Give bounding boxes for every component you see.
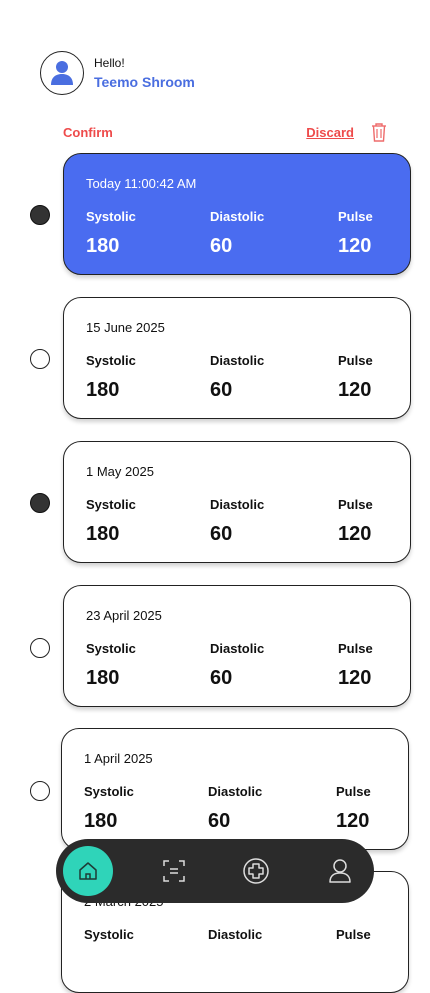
nav-profile-button[interactable] [315, 846, 365, 896]
reading-checkbox[interactable] [30, 493, 50, 513]
user-icon [51, 61, 73, 85]
diastolic-label: Diastolic [210, 353, 265, 368]
reading-date: 1 April 2025 [84, 751, 153, 766]
diastolic-label: Diastolic [208, 784, 263, 799]
home-icon [79, 862, 97, 880]
reading-checkbox[interactable] [30, 638, 50, 658]
pulse-value: 120 [338, 667, 372, 689]
diastolic-value: 60 [210, 667, 233, 689]
nav-add-button[interactable] [231, 846, 281, 896]
systolic-value: 180 [86, 523, 120, 545]
profile-icon [329, 859, 351, 883]
diastolic-value: 60 [210, 523, 233, 545]
trash-icon[interactable] [370, 122, 388, 147]
user-name: Teemo Shroom [94, 74, 195, 90]
discard-button[interactable]: Discard [306, 125, 354, 140]
diastolic-value: 60 [210, 379, 233, 401]
pulse-label: Pulse [338, 497, 373, 512]
selection-actions: Confirm Discard [63, 122, 388, 144]
reading-date: 1 May 2025 [86, 464, 154, 479]
reading-checkbox[interactable] [30, 205, 50, 225]
nav-home-button[interactable] [63, 846, 113, 896]
diastolic-value: 60 [208, 810, 231, 832]
avatar[interactable] [40, 51, 84, 95]
diastolic-label: Diastolic [210, 497, 265, 512]
pulse-value: 120 [338, 235, 372, 257]
diastolic-value: 60 [210, 235, 233, 257]
pulse-label: Pulse [336, 784, 371, 799]
reading-date: 23 April 2025 [86, 608, 162, 623]
systolic-label: Systolic [84, 927, 134, 942]
pulse-value: 120 [336, 810, 370, 832]
medical-plus-icon [243, 858, 269, 884]
reading-date: Today 11:00:42 AM [86, 176, 197, 191]
confirm-button[interactable]: Confirm [63, 125, 113, 140]
systolic-label: Systolic [86, 209, 136, 224]
pulse-value: 120 [338, 379, 372, 401]
nav-scan-button[interactable] [149, 846, 199, 896]
reading-card[interactable]: 1 May 2025 Systolic Diastolic Pulse 180 … [63, 441, 411, 563]
pulse-label: Pulse [336, 927, 371, 942]
systolic-label: Systolic [84, 784, 134, 799]
systolic-label: Systolic [86, 497, 136, 512]
diastolic-label: Diastolic [208, 927, 263, 942]
reading-card[interactable]: 1 April 2025 Systolic Diastolic Pulse 18… [61, 728, 409, 850]
reading-card[interactable]: 15 June 2025 Systolic Diastolic Pulse 18… [63, 297, 411, 419]
pulse-label: Pulse [338, 353, 373, 368]
systolic-label: Systolic [86, 641, 136, 656]
systolic-value: 180 [86, 379, 120, 401]
user-header: Hello! Teemo Shroom [40, 51, 195, 95]
systolic-value: 180 [86, 667, 120, 689]
reading-date: 15 June 2025 [86, 320, 165, 335]
reading-card[interactable]: Today 11:00:42 AM Systolic Diastolic Pul… [63, 153, 411, 275]
reading-checkbox[interactable] [30, 781, 50, 801]
pulse-label: Pulse [338, 641, 373, 656]
diastolic-label: Diastolic [210, 209, 265, 224]
systolic-label: Systolic [86, 353, 136, 368]
reading-card[interactable]: 23 April 2025 Systolic Diastolic Pulse 1… [63, 585, 411, 707]
diastolic-label: Diastolic [210, 641, 265, 656]
scan-icon [163, 860, 185, 882]
systolic-value: 180 [86, 235, 120, 257]
bottom-nav [56, 839, 374, 903]
greeting-text: Hello! [94, 56, 125, 70]
reading-checkbox[interactable] [30, 349, 50, 369]
pulse-value: 120 [338, 523, 372, 545]
systolic-value: 180 [84, 810, 118, 832]
pulse-label: Pulse [338, 209, 373, 224]
